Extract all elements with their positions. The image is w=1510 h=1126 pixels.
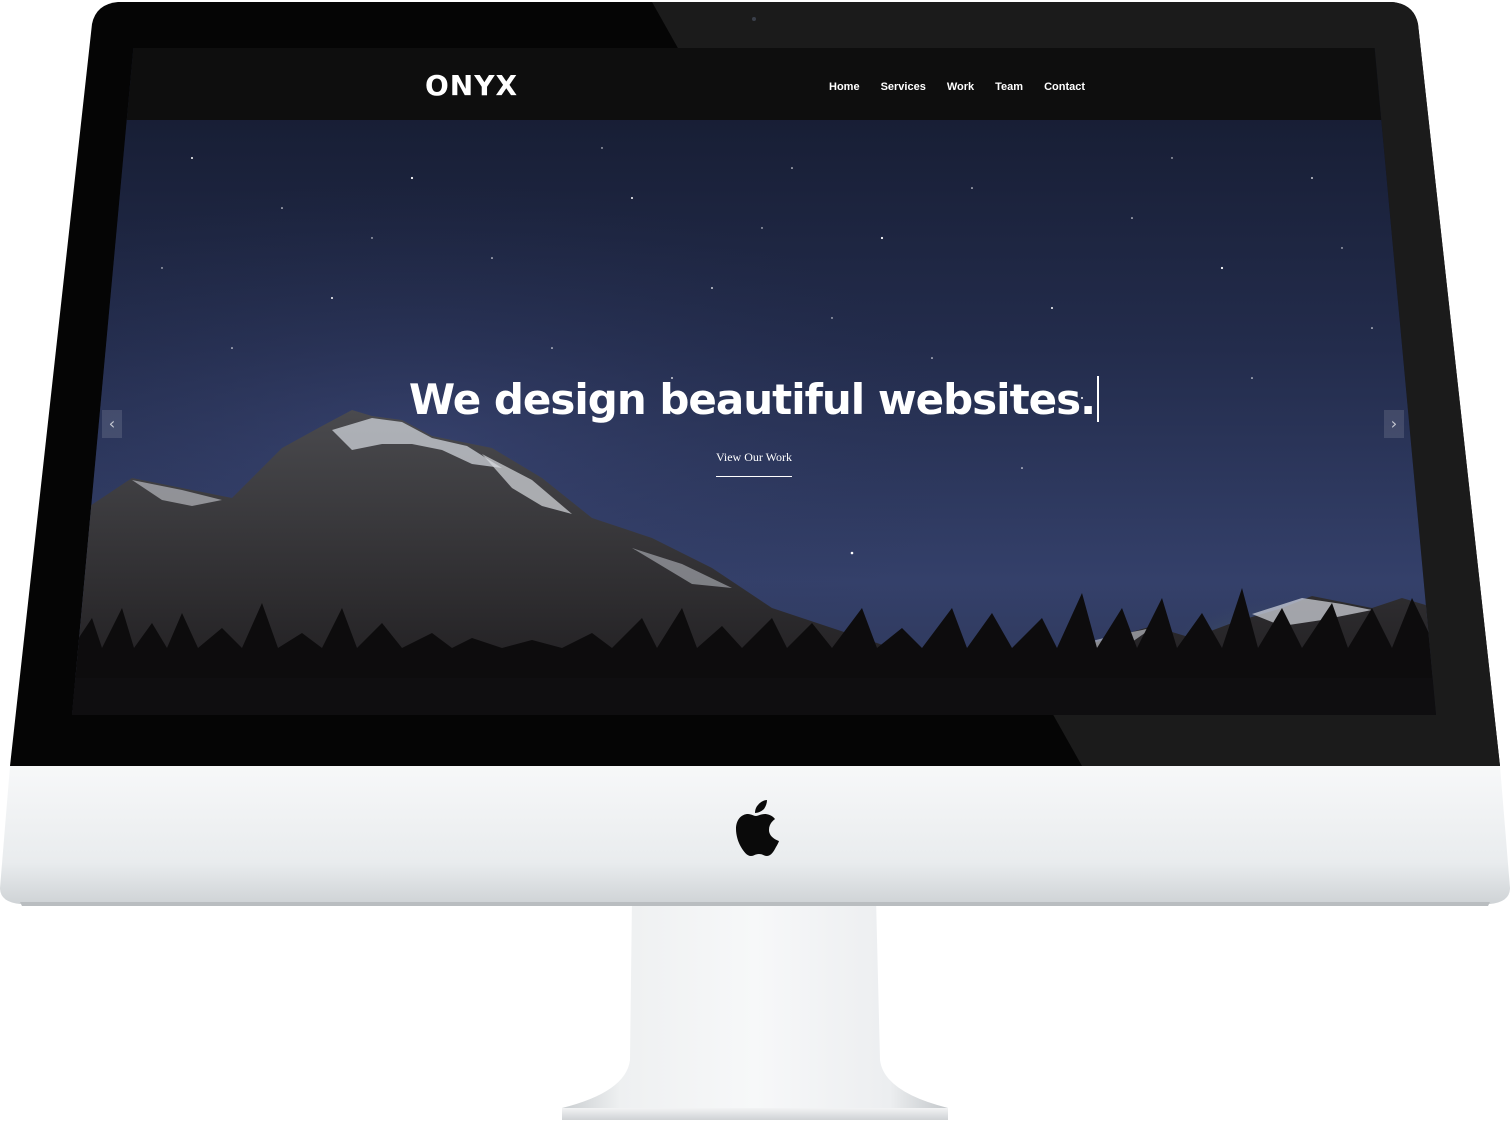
nav-services[interactable]: Services xyxy=(881,79,926,95)
nav-work[interactable]: Work xyxy=(947,79,974,95)
view-our-work-link[interactable]: View Our Work xyxy=(715,448,793,477)
site-logo[interactable]: ONYX xyxy=(425,68,518,104)
typing-caret xyxy=(1097,376,1100,422)
hero-cta-container: View Our Work xyxy=(72,448,1436,477)
nav-team[interactable]: Team xyxy=(995,79,1023,95)
hero-headline-text: We design beautiful websites. xyxy=(408,375,1096,424)
apple-logo-icon xyxy=(736,800,779,856)
camera-dot xyxy=(752,17,756,21)
chevron-right-icon[interactable]: › xyxy=(1384,410,1404,438)
nav-home[interactable]: Home xyxy=(829,79,860,95)
chevron-left-icon[interactable]: ‹ xyxy=(102,410,122,438)
hero-headline-container: We design beautiful websites. xyxy=(72,370,1436,430)
nav-menu: Home Services Work Team Contact xyxy=(829,79,1106,95)
nav-contact[interactable]: Contact xyxy=(1044,79,1085,95)
hero-headline: We design beautiful websites. xyxy=(408,370,1100,430)
imac-mockup: ONYX Home Services Work Team Contact We … xyxy=(0,0,1510,1126)
site-navbar: ONYX Home Services Work Team Contact xyxy=(72,48,1436,120)
website-screen: ONYX Home Services Work Team Contact We … xyxy=(72,48,1436,715)
